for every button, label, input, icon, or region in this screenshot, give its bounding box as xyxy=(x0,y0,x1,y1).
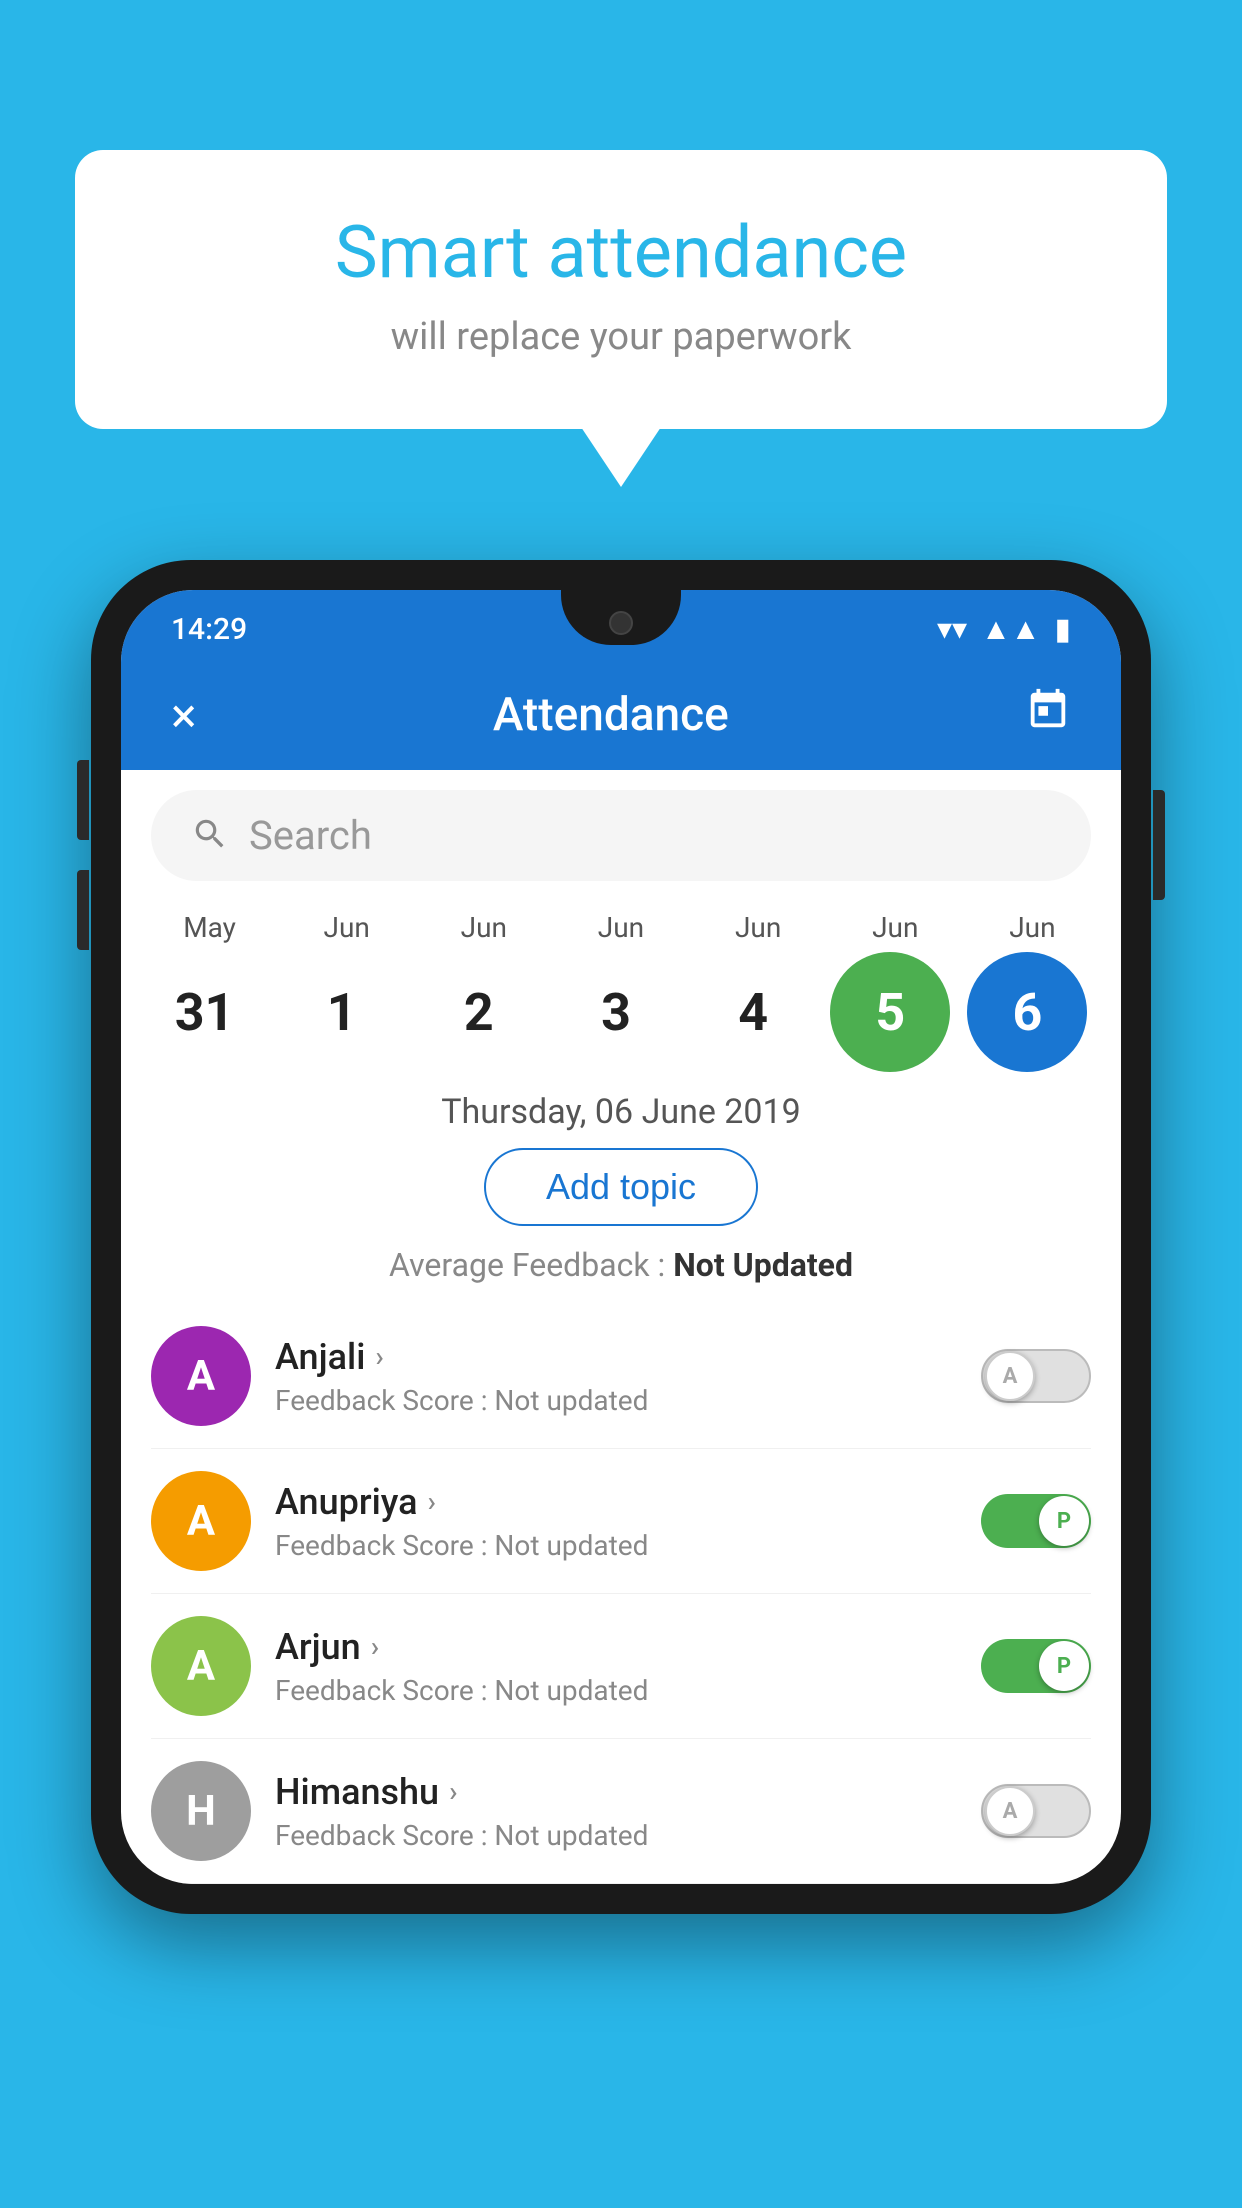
status-icons: ▾▾ ▲▲ ▮ xyxy=(937,612,1071,647)
cal-month-label: Jun xyxy=(556,911,686,944)
power-button xyxy=(1153,790,1165,900)
calendar-day[interactable]: May 31 xyxy=(145,911,275,1072)
volume-up-button xyxy=(77,760,89,840)
student-info: Anjali › Feedback Score : Not updated xyxy=(275,1336,957,1417)
feedback-value: Not updated xyxy=(494,1819,648,1852)
student-item[interactable]: H Himanshu › Feedback Score : Not updated A xyxy=(151,1739,1091,1884)
student-item[interactable]: A Anjali › Feedback Score : Not updated A xyxy=(151,1304,1091,1449)
cal-month-label: Jun xyxy=(830,911,960,944)
toggle-thumb: P xyxy=(1039,1641,1089,1691)
student-avatar: A xyxy=(151,1326,251,1426)
phone-container: 14:29 ▾▾ ▲▲ ▮ × Attendance xyxy=(91,560,1151,1914)
student-avatar: H xyxy=(151,1761,251,1861)
attendance-toggle[interactable]: P xyxy=(981,1639,1091,1693)
cal-month-label: May xyxy=(145,911,275,944)
student-feedback: Feedback Score : Not updated xyxy=(275,1819,957,1852)
student-info: Anupriya › Feedback Score : Not updated xyxy=(275,1481,957,1562)
feedback-value: Not updated xyxy=(494,1529,648,1562)
student-feedback: Feedback Score : Not updated xyxy=(275,1674,957,1707)
calendar-day[interactable]: Jun 2 xyxy=(419,911,549,1072)
cal-month-label: Jun xyxy=(419,911,549,944)
attendance-toggle[interactable]: A xyxy=(981,1784,1091,1838)
student-feedback: Feedback Score : Not updated xyxy=(275,1529,957,1562)
toggle-thumb: P xyxy=(1039,1496,1089,1546)
selected-date-label: Thursday, 06 June 2019 xyxy=(121,1092,1121,1132)
attendance-toggle[interactable]: A xyxy=(981,1349,1091,1403)
feedback-value: Not updated xyxy=(494,1674,648,1707)
battery-icon: ▮ xyxy=(1054,612,1071,647)
calendar-day[interactable]: Jun 1 xyxy=(282,911,412,1072)
calendar-day[interactable]: Jun 5 xyxy=(830,911,960,1072)
signal-icon: ▲▲ xyxy=(981,612,1040,647)
cal-date-label[interactable]: 2 xyxy=(419,952,539,1072)
student-feedback: Feedback Score : Not updated xyxy=(275,1384,957,1417)
chevron-right-icon: › xyxy=(371,1630,379,1663)
student-info: Himanshu › Feedback Score : Not updated xyxy=(275,1771,957,1852)
close-button[interactable]: × xyxy=(171,687,197,744)
search-icon xyxy=(191,815,229,857)
status-time: 14:29 xyxy=(171,612,247,647)
student-name[interactable]: Anupriya › xyxy=(275,1481,957,1523)
cal-date-label[interactable]: 3 xyxy=(556,952,676,1072)
cal-date-label[interactable]: 31 xyxy=(145,952,265,1072)
chevron-right-icon: › xyxy=(375,1340,383,1373)
calendar-day[interactable]: Jun 4 xyxy=(693,911,823,1072)
app-bar-title: Attendance xyxy=(493,688,729,742)
calendar-icon[interactable] xyxy=(1025,687,1071,744)
cal-date-label[interactable]: 6 xyxy=(967,952,1087,1072)
app-bar: × Attendance xyxy=(121,660,1121,770)
volume-down-button xyxy=(77,870,89,950)
avg-feedback-label: Average Feedback : xyxy=(389,1246,673,1284)
chevron-right-icon: › xyxy=(428,1485,436,1518)
student-info: Arjun › Feedback Score : Not updated xyxy=(275,1626,957,1707)
cal-month-label: Jun xyxy=(967,911,1097,944)
speech-bubble-arrow xyxy=(581,427,661,487)
calendar-strip: May31Jun1Jun2Jun3Jun4Jun5Jun6 xyxy=(121,901,1121,1072)
student-name[interactable]: Himanshu › xyxy=(275,1771,957,1813)
cal-date-label[interactable]: 4 xyxy=(693,952,813,1072)
student-avatar: A xyxy=(151,1471,251,1571)
student-list: AAnjali ›Feedback Score : Not updatedAAA… xyxy=(121,1304,1121,1884)
student-name[interactable]: Arjun › xyxy=(275,1626,957,1668)
speech-bubble-subtitle: will replace your paperwork xyxy=(155,315,1087,359)
student-avatar: A xyxy=(151,1616,251,1716)
phone-screen: 14:29 ▾▾ ▲▲ ▮ × Attendance xyxy=(121,590,1121,1884)
calendar-day[interactable]: Jun 3 xyxy=(556,911,686,1072)
front-camera xyxy=(609,611,633,635)
cal-month-label: Jun xyxy=(693,911,823,944)
wifi-icon: ▾▾ xyxy=(937,612,967,647)
avg-feedback-value: Not Updated xyxy=(673,1246,853,1284)
search-input[interactable]: Search xyxy=(249,812,372,859)
search-bar[interactable]: Search xyxy=(151,790,1091,881)
chevron-right-icon: › xyxy=(449,1775,457,1808)
speech-bubble-container: Smart attendance will replace your paper… xyxy=(75,150,1167,429)
toggle-thumb: A xyxy=(985,1351,1035,1401)
attendance-toggle[interactable]: P xyxy=(981,1494,1091,1548)
student-name[interactable]: Anjali › xyxy=(275,1336,957,1378)
phone-frame: 14:29 ▾▾ ▲▲ ▮ × Attendance xyxy=(91,560,1151,1914)
cal-month-label: Jun xyxy=(282,911,412,944)
avg-feedback: Average Feedback : Not Updated xyxy=(121,1246,1121,1284)
cal-date-label[interactable]: 5 xyxy=(830,952,950,1072)
feedback-value: Not updated xyxy=(494,1384,648,1417)
speech-bubble-title: Smart attendance xyxy=(155,210,1087,295)
student-item[interactable]: A Arjun › Feedback Score : Not updated P xyxy=(151,1594,1091,1739)
student-item[interactable]: A Anupriya › Feedback Score : Not updated P xyxy=(151,1449,1091,1594)
calendar-day[interactable]: Jun 6 xyxy=(967,911,1097,1072)
toggle-thumb: A xyxy=(985,1786,1035,1836)
cal-date-label[interactable]: 1 xyxy=(282,952,402,1072)
speech-bubble: Smart attendance will replace your paper… xyxy=(75,150,1167,429)
add-topic-button[interactable]: Add topic xyxy=(484,1148,758,1226)
